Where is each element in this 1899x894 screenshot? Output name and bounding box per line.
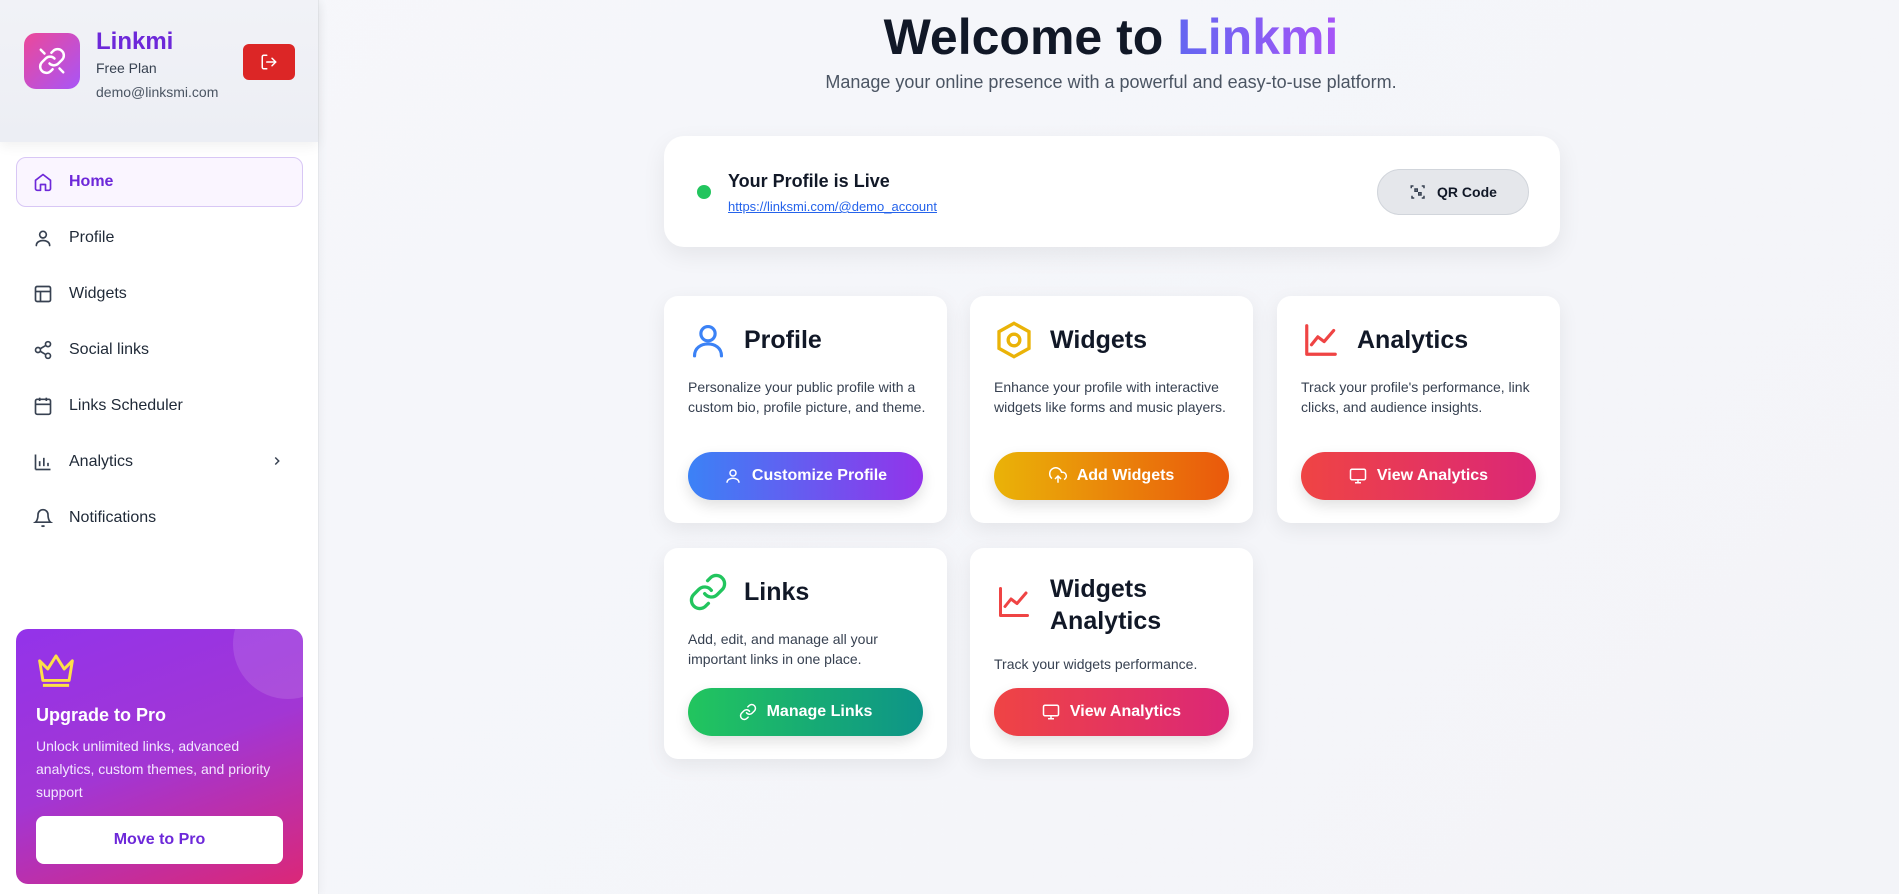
hexagon-icon [994,320,1034,360]
qr-code-label: QR Code [1437,184,1497,200]
card-description: Personalize your public profile with a c… [688,379,926,415]
link-icon [739,703,756,721]
profile-url-link[interactable]: https://linksmi.com/@demo_account [728,199,937,214]
share-icon [33,340,53,360]
upgrade-title: Upgrade to Pro [36,705,167,725]
crown-icon [36,651,76,692]
sidebar-nav: Home Profile Widgets Social links Links … [16,157,303,549]
line-chart-icon [994,582,1034,622]
links-card: Links Add, edit, and manage all your imp… [664,548,947,759]
user-icon [726,469,740,483]
sidebar-item-analytics[interactable]: Analytics [16,437,303,487]
view-widgets-analytics-button[interactable]: View Analytics [994,688,1229,736]
sidebar-item-label: Social links [69,341,150,358]
sidebar-item-links-scheduler[interactable]: Links Scheduler [16,381,303,431]
layout-icon [33,284,53,304]
sidebar-item-home[interactable]: Home [16,157,303,207]
live-status-title: Your Profile is Live [728,171,890,191]
monitor-icon [1042,704,1060,720]
title-prefix: Welcome to [883,9,1178,65]
sidebar-item-widgets[interactable]: Widgets [16,269,303,319]
button-label: Add Widgets [1076,467,1175,484]
profile-live-card: Your Profile is Live https://linksmi.com… [664,136,1560,247]
sidebar: Linkmi Free Plan demo@linksmi.com Home P… [0,0,319,894]
sidebar-item-label: Links Scheduler [69,397,183,414]
link-icon [688,572,728,612]
bar-chart-icon [33,452,53,472]
upgrade-card: Upgrade to Pro Unlock unlimited links, a… [16,629,303,884]
analytics-card: Analytics Track your profile's performan… [1277,296,1560,523]
chevron-right-icon [270,454,284,473]
customize-profile-button[interactable]: Customize Profile [688,452,923,500]
card-description: Track your profile's performance, link c… [1301,379,1530,415]
page-title: Welcome to Linkmi [0,8,1899,66]
bell-icon [33,508,53,528]
decorative-circle [233,629,303,699]
view-analytics-button[interactable]: View Analytics [1301,452,1536,500]
sidebar-item-profile[interactable]: Profile [16,213,303,263]
sidebar-item-label: Widgets [69,285,127,302]
profile-card: Profile Personalize your public profile … [664,296,947,523]
user-icon [33,228,53,248]
sidebar-item-label: Analytics [69,453,134,470]
live-status-indicator [697,185,711,199]
qr-code-button[interactable]: QR Code [1377,169,1529,215]
button-label: View Analytics [1376,467,1489,484]
calendar-icon [33,396,53,416]
move-to-pro-button[interactable]: Move to Pro [36,816,283,864]
card-description: Track your widgets performance. [994,656,1198,672]
button-label: Customize Profile [751,467,888,484]
card-description: Enhance your profile with interactive wi… [994,379,1226,415]
sidebar-item-notifications[interactable]: Notifications [16,493,303,543]
add-widgets-button[interactable]: Add Widgets [994,452,1229,500]
card-title: Links [744,578,810,606]
upgrade-description: Unlock unlimited links, advanced analyti… [36,738,271,800]
widgets-card: Widgets Enhance your profile with intera… [970,296,1253,523]
sidebar-item-label: Home [69,173,114,190]
card-title: Profile [744,326,822,354]
widgets-analytics-card: Widgets Analytics Track your widgets per… [970,548,1253,759]
card-title: Widgets Analytics [1050,575,1162,635]
sidebar-item-social-links[interactable]: Social links [16,325,303,375]
home-icon [33,172,53,192]
card-title: Analytics [1357,326,1469,354]
cloud-upload-icon [1048,467,1067,483]
user-icon [688,320,728,360]
title-brand: Linkmi [1177,9,1339,65]
sidebar-item-label: Profile [69,229,115,246]
monitor-icon [1349,468,1367,484]
button-label: View Analytics [1069,703,1182,720]
qr-code-icon [1410,185,1425,199]
card-description: Add, edit, and manage all your important… [688,631,878,667]
manage-links-button[interactable]: Manage Links [688,688,923,736]
line-chart-icon [1301,320,1341,360]
card-title: Widgets [1050,326,1147,354]
button-label: Manage Links [766,703,873,720]
sidebar-item-label: Notifications [69,509,157,526]
page-subtitle: Manage your online presence with a power… [825,72,1397,92]
